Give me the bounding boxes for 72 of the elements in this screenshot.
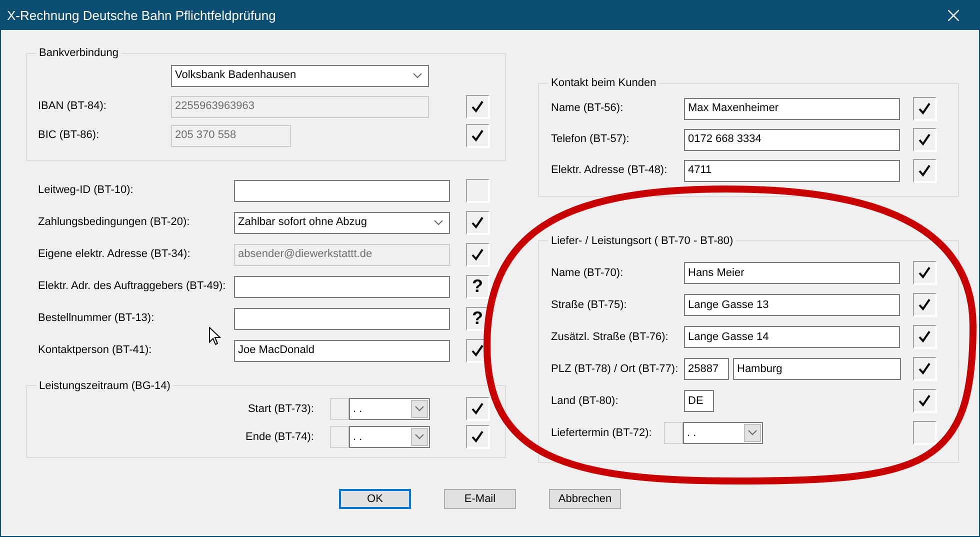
group-label: Kontakt beim Kunden — [550, 76, 658, 91]
input-field[interactable]: Joe MacDonald — [234, 340, 450, 362]
field-label: Zahlungsbedingungen (BT-20): — [37, 215, 191, 230]
dialog-button[interactable]: E-Mail — [444, 489, 516, 509]
chevron-down-icon — [434, 220, 443, 226]
chevron-down-icon — [415, 406, 424, 412]
window-title: X-Rechnung Deutsche Bahn Pflichtfeldprüfung — [7, 6, 276, 25]
field-label: Start (BT-73): — [246, 402, 315, 417]
checkmark-icon — [918, 102, 931, 114]
group-label: Liefer- / Leistungsort ( BT-70 - BT-80) — [550, 234, 734, 248]
checkmark-icon — [471, 100, 484, 112]
chevron-down-icon — [413, 72, 422, 78]
field-label: BIC (BT-86): — [37, 128, 100, 144]
field-label: Liefertermin (BT-72): — [550, 426, 653, 441]
checkmark-icon — [918, 132, 931, 146]
checkmark-icon — [918, 298, 931, 311]
chevron-down-icon — [415, 434, 424, 440]
checkmark-icon — [471, 216, 484, 228]
field-label: Name (BT-56): — [550, 101, 624, 116]
field-label: Zusätzl. Straße (BT-76): — [550, 330, 670, 345]
field-label: Kontaktperson (BT-41): — [37, 343, 153, 358]
dropdown[interactable]: . . — [349, 398, 430, 420]
dialog-button[interactable]: OK — [339, 489, 411, 509]
field-label: Elektr. Adresse (BT-48): — [550, 163, 668, 178]
checkmark-icon — [471, 402, 484, 415]
chevron-down-icon — [748, 430, 757, 436]
dialog-button[interactable]: Abbrechen — [549, 489, 621, 509]
input-field[interactable]: 4711 — [684, 160, 900, 182]
input-field[interactable]: 25887 — [684, 358, 729, 380]
checkmark-icon — [918, 330, 931, 343]
input-field[interactable]: Lange Gasse 14 — [684, 326, 900, 348]
date-toggle-box[interactable] — [664, 422, 683, 444]
checkmark-icon — [918, 362, 931, 375]
field-label: Ende (BT-74): — [244, 430, 315, 445]
group-label: Leistungszeitraum (BG-14) — [38, 378, 172, 394]
checkmark-icon — [471, 128, 484, 142]
question-mark: ? — [472, 309, 483, 327]
dropdown[interactable]: . . — [349, 426, 430, 448]
dropdown[interactable]: Volksbank Badenhausen — [171, 64, 429, 86]
field-label: Straße (BT-75): — [550, 298, 628, 313]
field-label: Telefon (BT-57): — [550, 132, 630, 148]
field-label: Name (BT-70): — [550, 266, 624, 281]
input-field[interactable]: DE — [684, 390, 714, 412]
checkmark-icon — [471, 430, 484, 443]
date-toggle-box[interactable] — [330, 398, 349, 420]
date-toggle-box[interactable] — [330, 426, 349, 448]
checkmark-icon — [471, 344, 484, 356]
dropdown[interactable]: Zahlbar sofort ohne Abzug — [234, 212, 450, 234]
group-label: Bankverbindung — [38, 46, 120, 61]
field-label: Bestellnummer (BT-13): — [37, 311, 156, 326]
input-field[interactable]: Lange Gasse 13 — [684, 294, 900, 316]
checkmark-icon — [918, 394, 931, 407]
input-field[interactable]: Hans Meier — [684, 262, 900, 284]
close-icon[interactable] — [948, 10, 959, 21]
mouse-cursor-icon — [209, 327, 221, 346]
question-mark: ? — [472, 277, 483, 295]
input-field[interactable] — [234, 308, 450, 330]
field-label: IBAN (BT-84): — [37, 99, 108, 114]
dropdown[interactable]: . . — [683, 422, 763, 444]
checkmark-icon — [471, 248, 484, 260]
checkmark-icon — [918, 164, 931, 176]
input-field[interactable]: Max Maxenheimer — [684, 98, 900, 120]
input-field[interactable]: 0172 668 3334 — [684, 128, 900, 150]
input-field[interactable] — [234, 276, 450, 298]
input-field[interactable]: Hamburg — [733, 358, 901, 380]
input-field[interactable] — [234, 180, 450, 202]
field-label: Elektr. Adr. des Auftraggebers (BT-49): — [37, 279, 227, 294]
field-label: Eigene elektr. Adresse (BT-34): — [37, 247, 192, 262]
field-label: PLZ (BT-78) / Ort (BT-77): — [550, 362, 680, 377]
field-label: Leitweg-ID (BT-10): — [37, 183, 134, 198]
checkmark-icon — [918, 266, 931, 279]
field-label: Land (BT-80): — [550, 394, 620, 409]
